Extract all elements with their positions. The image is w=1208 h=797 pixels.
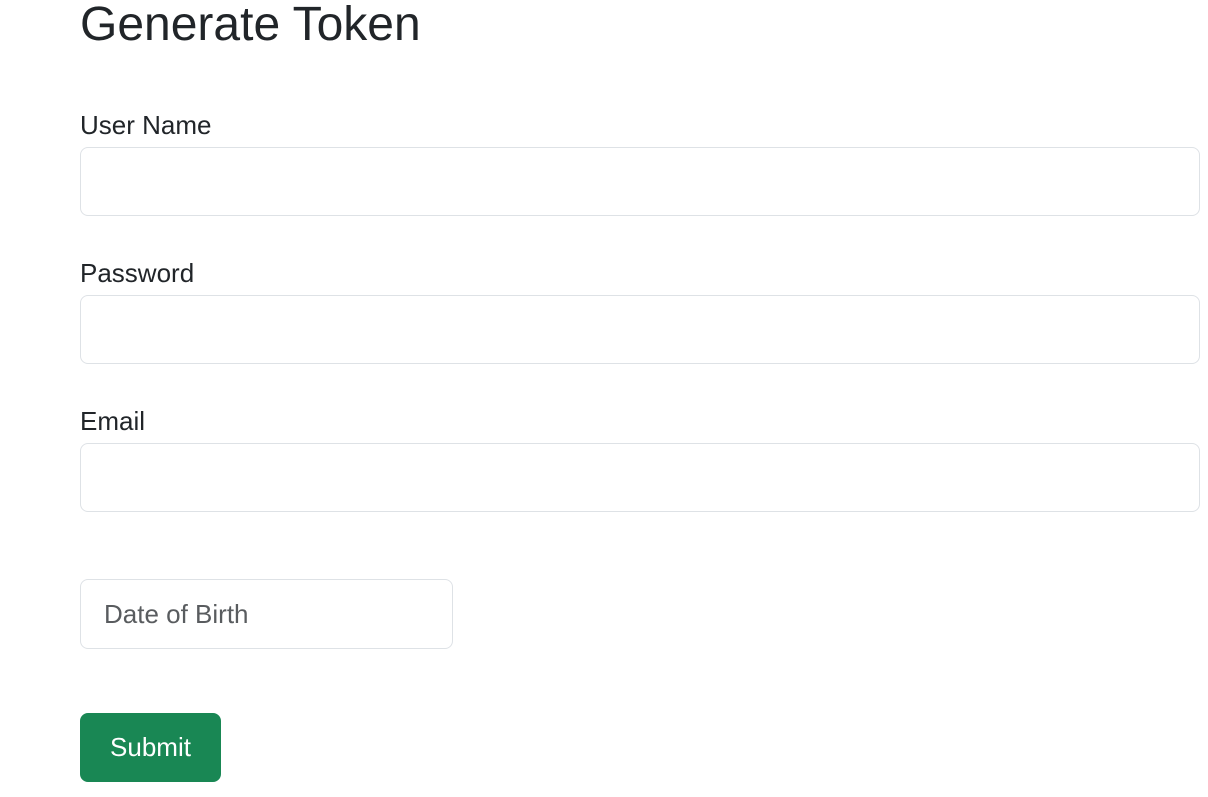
generate-token-page: Generate Token User Name Password Email … xyxy=(0,0,1208,797)
date-of-birth-input[interactable] xyxy=(80,579,453,649)
password-input[interactable] xyxy=(80,295,1200,364)
username-label: User Name xyxy=(80,110,212,140)
submit-button[interactable]: Submit xyxy=(80,713,221,782)
password-label: Password xyxy=(80,258,195,288)
username-input[interactable] xyxy=(80,147,1200,216)
email-input[interactable] xyxy=(80,443,1200,512)
email-label: Email xyxy=(80,406,146,436)
page-title: Generate Token xyxy=(80,0,421,51)
